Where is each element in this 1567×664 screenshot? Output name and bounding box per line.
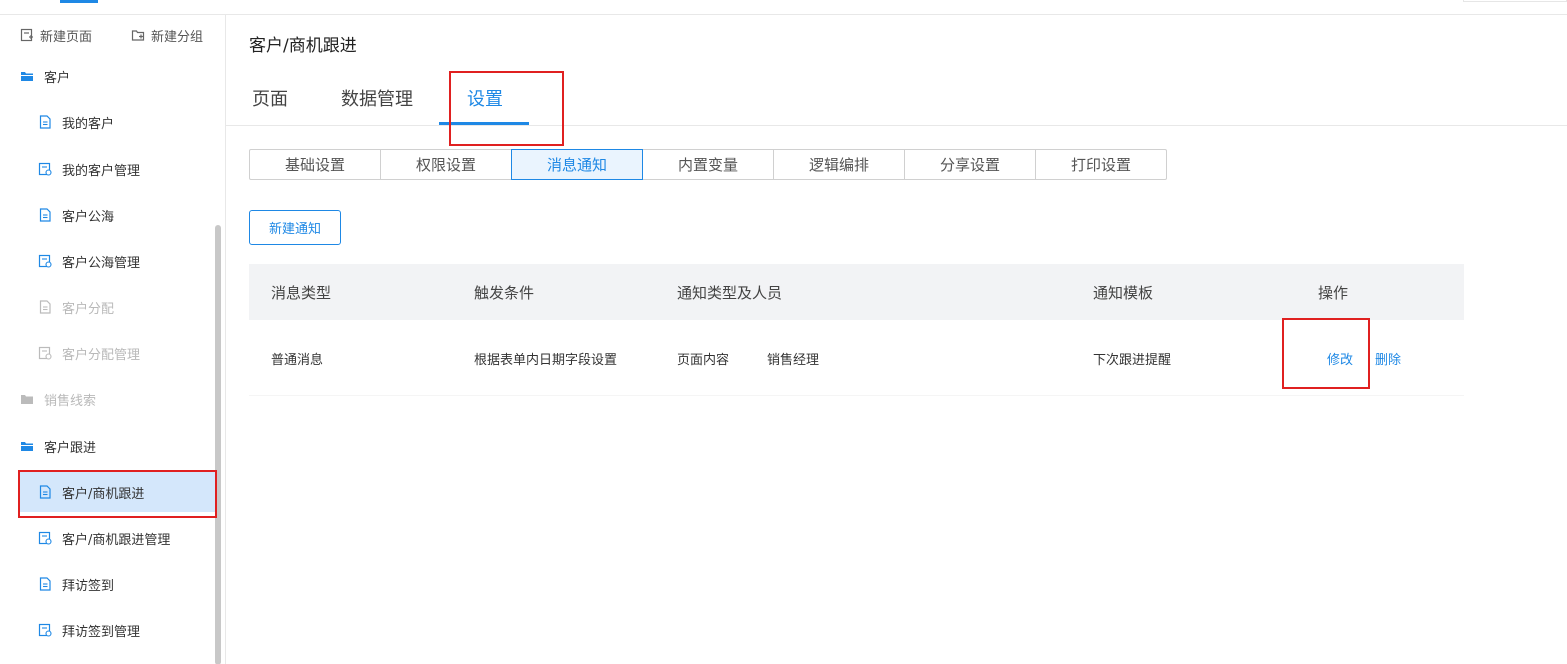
- sidebar-group-customer-followup[interactable]: 客户跟进: [0, 426, 226, 466]
- sidebar-item-label: 客户跟进: [44, 440, 97, 456]
- cell-notify-person: 销售经理: [767, 353, 820, 368]
- sidebar-group-sales-leads[interactable]: 销售线索: [0, 379, 226, 419]
- sidebar-item-customer-pool[interactable]: 客户公海: [0, 195, 226, 235]
- sidebar-item-my-customers-manage[interactable]: 我的客户管理: [0, 149, 226, 189]
- sidebar-item-label: 客户分配: [62, 301, 115, 317]
- cell-trigger: 根据表单内日期字段设置: [474, 353, 618, 368]
- sidebar-scrollbar[interactable]: [215, 225, 221, 664]
- tab-permission-settings[interactable]: 权限设置: [380, 149, 512, 180]
- top-accent-bar: [60, 0, 98, 3]
- tab-logic-orchestration[interactable]: 逻辑编排: [773, 149, 905, 180]
- active-tab-indicator: [439, 122, 529, 125]
- sidebar-item-label: 客户/商机跟进管理: [62, 532, 171, 548]
- sidebar-item-visit-checkin[interactable]: 拜访签到: [0, 564, 226, 604]
- form-manage-icon: [38, 531, 52, 545]
- tab-message-notification[interactable]: 消息通知: [511, 149, 643, 180]
- table-row: 普通消息 根据表单内日期字段设置 页面内容 销售经理 下次跟进提醒 修改 删除: [249, 320, 1464, 396]
- sidebar-item-customer-assign-manage[interactable]: 客户分配管理: [0, 333, 226, 373]
- tab-page[interactable]: 页面: [252, 85, 288, 111]
- tab-builtin-variables[interactable]: 内置变量: [642, 149, 774, 180]
- form-manage-icon: [38, 346, 52, 360]
- document-icon: [39, 485, 51, 499]
- sidebar-actions: 新建页面 新建分组: [0, 25, 226, 45]
- tab-share-settings[interactable]: 分享设置: [904, 149, 1036, 180]
- notification-table: 消息类型 触发条件 通知类型及人员 通知模板 操作 普通消息 根据表单内日期字段…: [249, 264, 1464, 396]
- sidebar-group-customer[interactable]: 客户: [0, 56, 226, 96]
- folder-open-icon: [21, 442, 33, 451]
- header-actions: 操作: [1318, 284, 1349, 302]
- header-notify-type-people: 通知类型及人员: [677, 284, 783, 302]
- document-icon: [39, 300, 51, 314]
- top-right-control[interactable]: [1463, 0, 1567, 2]
- tab-print-settings[interactable]: 打印设置: [1035, 149, 1167, 180]
- header-message-type: 消息类型: [271, 284, 332, 302]
- tab-basic-settings[interactable]: 基础设置: [249, 149, 381, 180]
- sidebar-item-label: 拜访签到: [62, 578, 115, 594]
- new-notification-button[interactable]: 新建通知: [249, 210, 341, 245]
- sidebar-item-label: 销售线索: [44, 393, 97, 409]
- new-page-icon: [20, 28, 33, 42]
- new-page-label: 新建页面: [40, 29, 93, 45]
- header-trigger: 触发条件: [474, 284, 535, 302]
- form-manage-icon: [38, 254, 52, 268]
- form-manage-icon: [38, 623, 52, 637]
- edit-link[interactable]: 修改: [1327, 349, 1353, 368]
- tab-settings[interactable]: 设置: [467, 85, 503, 111]
- document-icon: [39, 577, 51, 591]
- sidebar-item-label: 客户分配管理: [62, 347, 141, 363]
- new-group-button[interactable]: 新建分组: [131, 25, 203, 45]
- sidebar-item-visit-checkin-manage[interactable]: 拜访签到管理: [0, 610, 226, 650]
- top-divider: [0, 14, 1567, 15]
- main-tabs: 页面 数据管理 设置: [226, 76, 1567, 126]
- document-icon: [39, 115, 51, 129]
- new-group-label: 新建分组: [151, 29, 204, 45]
- cell-message-type: 普通消息: [271, 353, 324, 368]
- delete-link[interactable]: 删除: [1375, 349, 1401, 368]
- sidebar-item-label: 客户公海: [62, 209, 115, 225]
- sidebar-item-opportunity-followup-manage[interactable]: 客户/商机跟进管理: [0, 518, 226, 558]
- folder-open-icon: [21, 72, 33, 81]
- folder-closed-icon: [21, 395, 33, 404]
- new-page-button[interactable]: 新建页面: [20, 25, 92, 45]
- sidebar-item-label: 客户公海管理: [62, 255, 141, 271]
- sidebar-item-customer-pool-manage[interactable]: 客户公海管理: [0, 241, 226, 281]
- sidebar-item-customer-assign[interactable]: 客户分配: [0, 287, 226, 327]
- sidebar-item-label: 我的客户: [62, 116, 115, 132]
- sidebar-item-label: 客户: [44, 70, 71, 86]
- table-header: 消息类型 触发条件 通知类型及人员 通知模板 操作: [249, 264, 1464, 320]
- tab-data-management[interactable]: 数据管理: [341, 85, 413, 111]
- header-template: 通知模板: [1093, 284, 1154, 302]
- sidebar-item-my-customers[interactable]: 我的客户: [0, 102, 226, 142]
- document-icon: [39, 208, 51, 222]
- sidebar: 新建页面 新建分组 客户 我的客户 我的客户管理 客户公海 客户公海管理 客户分…: [0, 15, 226, 664]
- sidebar-item-opportunity-followup[interactable]: 客户/商机跟进: [19, 472, 216, 512]
- settings-tabs: 基础设置 权限设置 消息通知 内置变量 逻辑编排 分享设置 打印设置: [249, 149, 1167, 180]
- sidebar-item-label: 我的客户管理: [62, 163, 141, 179]
- page-title: 客户/商机跟进: [249, 36, 357, 56]
- sidebar-item-label: 拜访签到管理: [62, 624, 141, 640]
- form-manage-icon: [38, 162, 52, 176]
- new-group-icon: [131, 30, 145, 41]
- cell-notify-type: 页面内容: [677, 353, 730, 368]
- cell-template: 下次跟进提醒: [1093, 353, 1172, 368]
- sidebar-item-label: 客户/商机跟进: [62, 486, 145, 502]
